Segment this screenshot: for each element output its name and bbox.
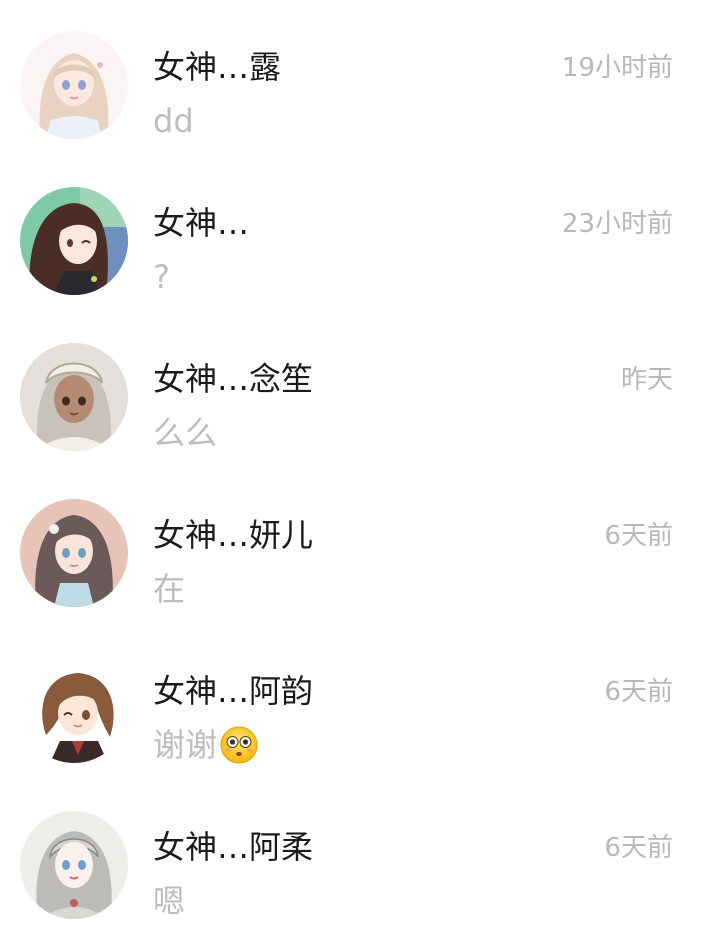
message-text: dd — [153, 102, 194, 140]
avatar[interactable] — [20, 655, 128, 763]
chat-item[interactable]: 女神…露 19小时前 dd — [0, 0, 707, 156]
chat-item[interactable]: 女神… 23小时前 ? — [0, 156, 707, 312]
message-text: 谢谢 — [153, 726, 218, 764]
message-preview: dd — [153, 101, 194, 141]
anime-girl-sketch-avatar-icon — [20, 811, 128, 919]
message-preview: 在 — [153, 569, 185, 609]
message-time: 19小时前 — [561, 53, 673, 83]
chat-item[interactable]: 女神…妍儿 6天前 在 — [0, 468, 707, 624]
message-time: 6天前 — [604, 521, 673, 551]
message-text: ? — [153, 258, 170, 296]
avatar[interactable] — [20, 31, 128, 139]
contact-name: 女神…露 — [153, 48, 282, 86]
message-preview: ? — [153, 257, 170, 297]
message-preview: 嗯 — [153, 881, 185, 921]
message-time: 6天前 — [604, 677, 673, 707]
contact-name: 女神…阿柔 — [153, 828, 314, 866]
message-preview: 么么 — [153, 413, 217, 453]
anime-girl-blonde-avatar-icon — [20, 31, 128, 139]
contact-name: 女神…妍儿 — [153, 516, 314, 554]
chat-item[interactable]: 女神…阿韵 6天前 谢谢 — [0, 624, 707, 780]
avatar[interactable] — [20, 343, 128, 451]
avatar[interactable] — [20, 187, 128, 295]
avatar[interactable] — [20, 499, 128, 607]
anime-girl-brown-hair-avatar-icon — [20, 187, 128, 295]
flushed-face-emoji-icon — [220, 726, 258, 764]
message-text: 在 — [153, 570, 186, 608]
message-preview: 谢谢 — [153, 725, 259, 765]
message-text: 嗯 — [153, 882, 186, 920]
anime-girl-headdress-avatar-icon — [20, 343, 128, 451]
chat-item[interactable]: 女神…阿柔 6天前 嗯 — [0, 780, 707, 936]
contact-name: 女神…念笙 — [153, 360, 314, 398]
avatar[interactable] — [20, 811, 128, 919]
anime-girl-long-hair-avatar-icon — [20, 499, 128, 607]
message-time: 6天前 — [604, 833, 673, 863]
contact-name: 女神… — [153, 204, 250, 242]
message-time: 23小时前 — [561, 209, 673, 239]
chat-list: 女神…露 19小时前 dd 女神… 23小时前 ? 女神…念笙 昨天 么么 女神… — [0, 0, 707, 938]
message-time: 昨天 — [620, 365, 673, 395]
contact-name: 女神…阿韵 — [153, 672, 314, 710]
anime-girl-short-hair-avatar-icon — [20, 655, 128, 763]
message-text: 么么 — [153, 414, 218, 452]
chat-item[interactable]: 女神…念笙 昨天 么么 — [0, 312, 707, 468]
